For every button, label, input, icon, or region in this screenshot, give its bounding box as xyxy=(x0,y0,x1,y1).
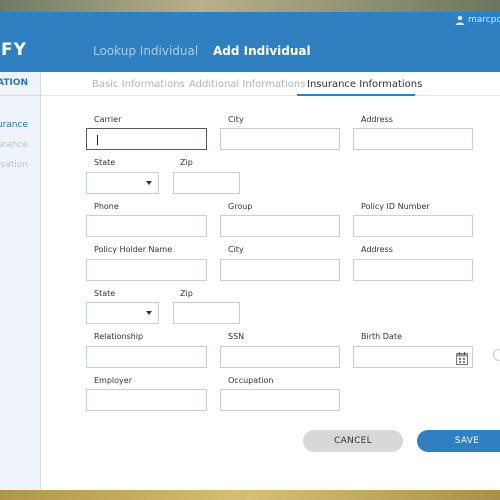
employer-label: Employer xyxy=(94,376,132,385)
relationship-input[interactable] xyxy=(86,346,207,368)
ssn-label: SSN xyxy=(228,332,245,341)
holder-address-input[interactable] xyxy=(353,259,473,281)
user-menu[interactable]: marcpota xyxy=(455,15,500,25)
nav-add-individual[interactable]: Add Individual xyxy=(213,44,311,58)
chevron-down-icon xyxy=(146,181,152,185)
chevron-down-icon xyxy=(146,311,152,315)
policy-holder-name-input[interactable] xyxy=(86,259,207,281)
window-frame-bottom xyxy=(0,490,500,500)
carrier-label: Carrier xyxy=(94,115,122,124)
app-window: FY Lookup Individual Add Individual marc… xyxy=(0,12,500,490)
sidebar-item-secondary-insurance[interactable]: urance xyxy=(0,140,28,150)
nav-lookup-individual[interactable]: Lookup Individual xyxy=(93,44,198,58)
tab-additional-informations[interactable]: Additional Informations xyxy=(189,79,305,90)
holder-state-select[interactable] xyxy=(86,302,159,324)
radio-button[interactable] xyxy=(493,349,500,361)
ssn-input[interactable] xyxy=(220,346,340,368)
sidebar-title-text: MATION xyxy=(0,78,28,88)
city-label: City xyxy=(228,115,244,124)
relationship-label: Relationship xyxy=(94,332,144,341)
birth-date-label: Birth Date xyxy=(361,332,402,341)
holder-state-label: State xyxy=(94,289,116,298)
state-select[interactable] xyxy=(86,172,159,194)
sidebar: MATION urance urance nsation xyxy=(0,72,41,490)
occupation-label: Occupation xyxy=(228,376,274,385)
tab-bar: Basic Informations Additional Informatio… xyxy=(41,72,500,96)
tab-basic-informations[interactable]: Basic Informations xyxy=(92,79,185,90)
logo: FY xyxy=(1,40,27,60)
cancel-button[interactable]: CANCEL xyxy=(303,430,403,452)
window-frame-top xyxy=(0,0,500,12)
tab-insurance-informations[interactable]: Insurance Informations xyxy=(307,79,422,90)
address-input[interactable] xyxy=(353,128,473,150)
sidebar-item-compensation[interactable]: nsation xyxy=(0,160,28,170)
user-name: marcpota xyxy=(468,15,500,25)
holder-zip-label: Zip xyxy=(180,289,193,298)
address-label: Address xyxy=(361,115,393,124)
policy-id-input[interactable] xyxy=(353,215,473,237)
user-icon xyxy=(455,15,465,25)
policy-holder-name-label: Policy Holder Name xyxy=(94,245,173,254)
occupation-input[interactable] xyxy=(220,389,340,411)
phone-input[interactable] xyxy=(86,215,207,237)
holder-address-label: Address xyxy=(361,245,393,254)
sidebar-item-insurance[interactable]: urance xyxy=(0,120,28,130)
active-tab-indicator xyxy=(297,94,415,96)
holder-zip-input[interactable] xyxy=(173,302,240,324)
zip-input[interactable] xyxy=(173,172,240,194)
holder-city-label: City xyxy=(228,245,244,254)
state-label: State xyxy=(94,158,116,167)
text-caret xyxy=(97,135,98,145)
city-input[interactable] xyxy=(220,128,340,150)
save-button[interactable]: SAVE xyxy=(417,430,500,452)
employer-input[interactable] xyxy=(86,389,207,411)
sidebar-title: MATION xyxy=(0,72,40,96)
policy-id-label: Policy ID Number xyxy=(361,202,430,211)
header-bar: FY Lookup Individual Add Individual marc… xyxy=(0,12,500,72)
carrier-input[interactable] xyxy=(86,128,207,150)
phone-label: Phone xyxy=(94,202,119,211)
group-input[interactable] xyxy=(220,215,340,237)
zip-label: Zip xyxy=(180,158,193,167)
group-label: Group xyxy=(228,202,253,211)
holder-city-input[interactable] xyxy=(220,259,340,281)
calendar-icon[interactable] xyxy=(456,350,468,369)
birth-date-input[interactable] xyxy=(353,346,473,368)
